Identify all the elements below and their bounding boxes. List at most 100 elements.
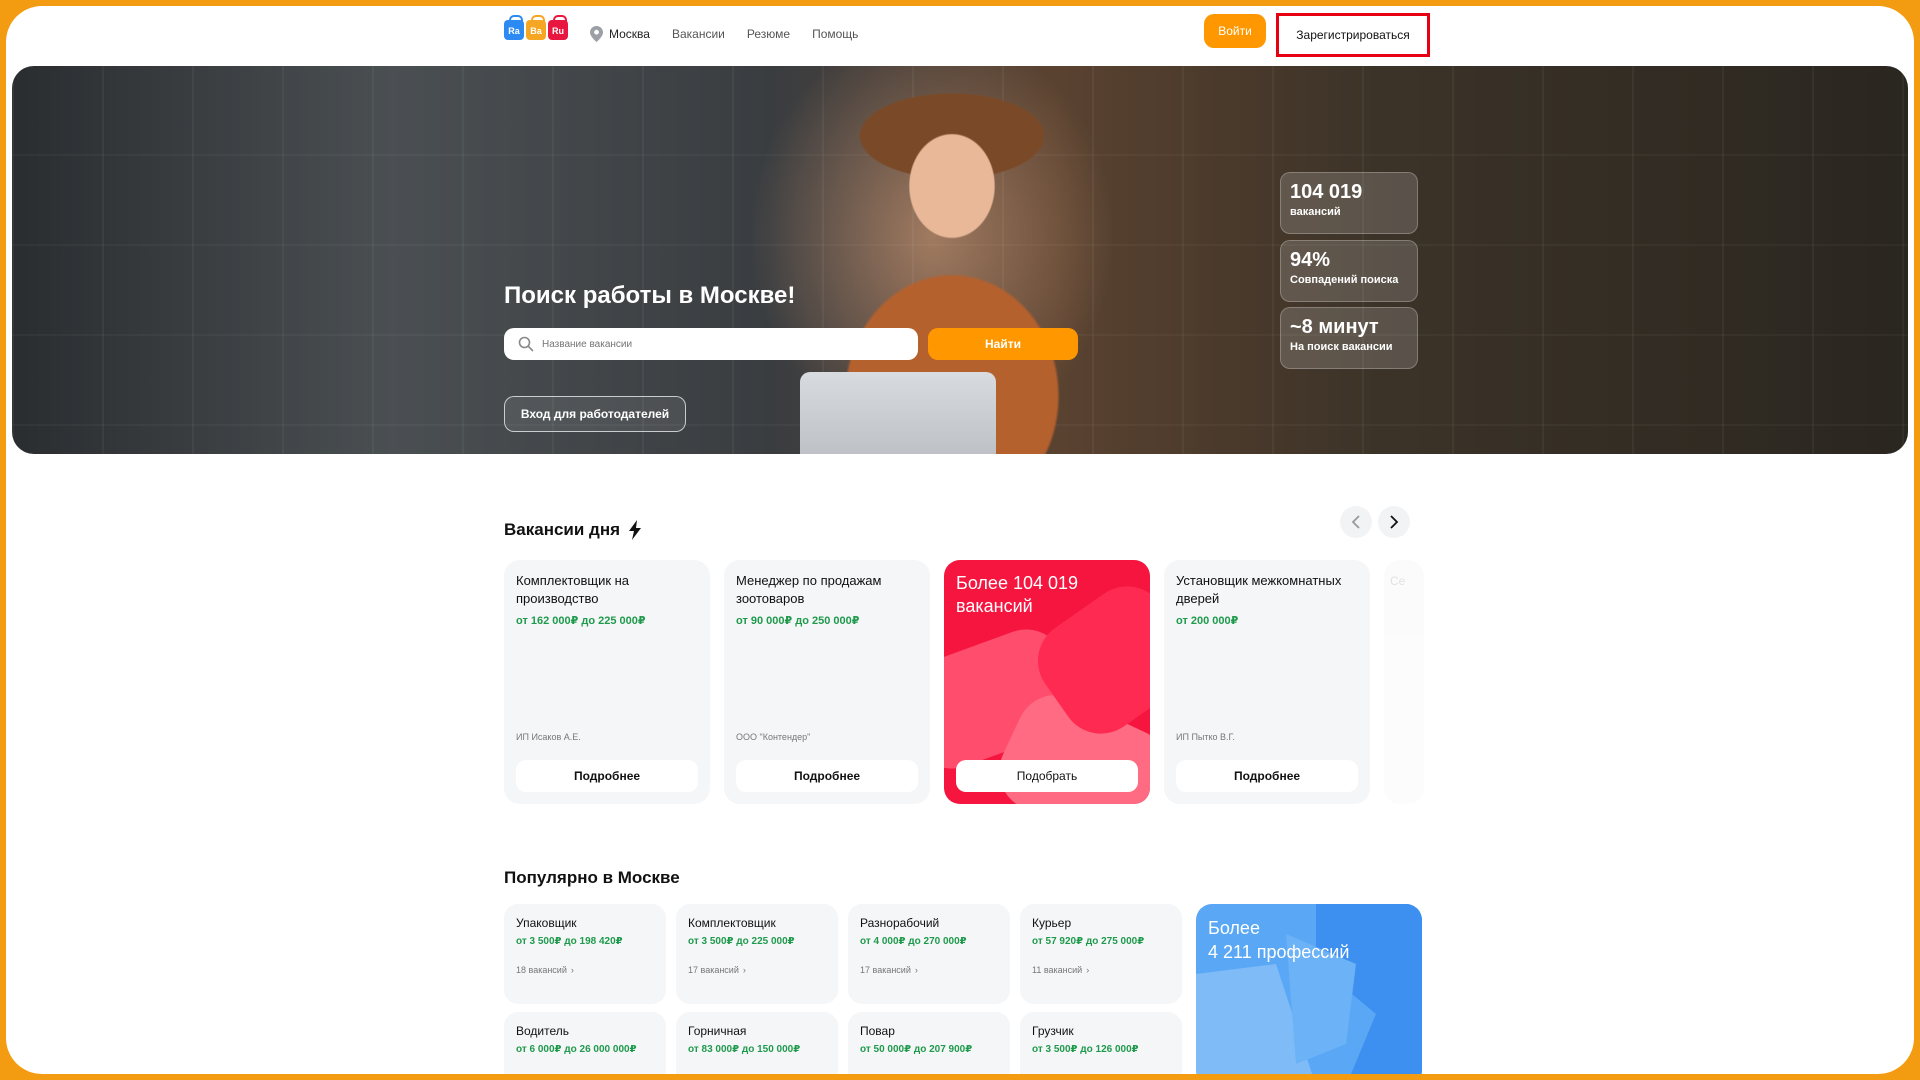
stat-label: Совпадений поиска [1290, 274, 1399, 286]
search-input[interactable] [542, 338, 902, 350]
stat-label: вакансий [1290, 206, 1341, 218]
register-button[interactable]: Зарегистрироваться [1276, 13, 1430, 57]
profession-name: Разнорабочий [860, 916, 940, 930]
vacancy-count: 17 вакансий [688, 965, 739, 975]
login-button[interactable]: Войти [1204, 14, 1266, 48]
profession-salary: от 57 920₽ до 275 000₽ [1032, 936, 1145, 947]
carousel-prev-button[interactable] [1340, 506, 1372, 538]
details-button[interactable]: Подробнее [736, 760, 918, 792]
profession-card[interactable]: Разнорабочий от 4 000₽ до 270 000₽ 17 ва… [848, 904, 1010, 1004]
pick-button[interactable]: Подобрать [956, 760, 1138, 792]
profession-salary: от 6 000₽ до 26 000 000₽ [516, 1044, 637, 1055]
promo-line-1: Более [1208, 918, 1260, 938]
profession-salary: от 4 000₽ до 270 000₽ [860, 936, 967, 947]
lightning-icon [629, 520, 642, 540]
profession-name: Упаковщик [516, 916, 577, 930]
stat-label: На поиск вакансии [1290, 341, 1393, 353]
search-icon [518, 336, 534, 352]
nav-help[interactable]: Помощь [812, 27, 858, 41]
profession-salary: от 3 500₽ до 225 000₽ [688, 936, 795, 947]
site-logo[interactable]: Ra Ba Ru [504, 15, 568, 40]
profession-name: Курьер [1032, 916, 1072, 930]
stat-match: 94% Совпадений поиска [1280, 240, 1418, 302]
logo-letter-2: Ba [530, 26, 542, 36]
page-frame: Ra Ba Ru Москва Вакансии Резюме Помощь В… [6, 6, 1914, 1074]
chevron-right-icon: › [1086, 965, 1090, 975]
vacancy-count: 18 вакансий [516, 965, 567, 975]
hero-photo-laptop [800, 372, 996, 454]
profession-salary: от 3 500₽ до 198 420₽ [516, 936, 623, 947]
vacancy-count-link[interactable]: 17 вакансий › [688, 965, 826, 975]
stat-number: ~8 минут [1290, 316, 1379, 338]
city-selector[interactable]: Москва [590, 26, 650, 42]
profession-name: Грузчик [1032, 1024, 1074, 1038]
profession-name: Горничная [688, 1024, 747, 1038]
promo-line-2: 4 211 профессий [1208, 942, 1350, 962]
vacancy-title: Комплектовщик на производство [516, 573, 630, 606]
search-box[interactable] [504, 328, 918, 360]
vacancy-count-link[interactable]: 18 вакансий › [516, 965, 654, 975]
vacancy-title-partial: Се [1390, 574, 1406, 588]
stat-vacancies: 104 019 вакансий [1280, 172, 1418, 234]
logo-bag-blue: Ra [504, 15, 524, 40]
profession-name: Повар [860, 1024, 895, 1038]
profession-card[interactable]: Повар от 50 000₽ до 207 900₽ [848, 1012, 1010, 1074]
popular-heading: Популярно в Москве [504, 868, 680, 888]
vacancy-company: ИП Пытко В.Г. [1176, 732, 1235, 742]
vacancy-salary: от 200 000₽ [1176, 615, 1239, 627]
vacancy-title: Установщик межкомнатных дверей [1176, 573, 1342, 606]
vacancy-count-link[interactable]: 11 вакансий › [1032, 965, 1170, 975]
profession-name: Водитель [516, 1024, 570, 1038]
details-button[interactable]: Подробнее [1176, 760, 1358, 792]
hero-banner [12, 66, 1908, 454]
logo-letter-3: Ru [552, 26, 564, 36]
top-header: Ra Ba Ru Москва Вакансии Резюме Помощь В… [6, 6, 1914, 64]
profession-name: Комплектовщик [688, 916, 776, 930]
chevron-right-icon: › [914, 965, 918, 975]
stat-number: 104 019 [1290, 181, 1363, 203]
profession-card[interactable]: Упаковщик от 3 500₽ до 198 420₽ 18 вакан… [504, 904, 666, 1004]
logo-bag-yellow: Ba [526, 15, 546, 40]
vacancy-card[interactable]: Менеджер по продажам зоотоваров от 90 00… [724, 560, 930, 804]
promo-title: Более 104 019 вакансий [956, 573, 1079, 616]
stat-number: 94% [1290, 249, 1331, 271]
nav-vacancies[interactable]: Вакансии [672, 27, 725, 41]
vacancies-promo-card[interactable]: Более 104 019 вакансий Подобрать [944, 560, 1150, 804]
chevron-left-icon [1351, 515, 1360, 529]
vacancy-salary: от 90 000₽ до 250 000₽ [736, 615, 860, 627]
vacancy-company: ИП Исаков А.Е. [516, 732, 581, 742]
profession-card[interactable]: Горничная от 83 000₽ до 150 000₽ [676, 1012, 838, 1074]
vacancy-title: Менеджер по продажам зоотоваров [736, 573, 882, 606]
vacancy-card[interactable]: Комплектовщик на производство от 162 000… [504, 560, 710, 804]
profession-card[interactable]: Грузчик от 3 500₽ до 126 000₽ [1020, 1012, 1182, 1074]
city-label: Москва [609, 27, 650, 41]
main-nav: Москва Вакансии Резюме Помощь [590, 26, 880, 42]
carousel-next-button[interactable] [1378, 506, 1410, 538]
chevron-right-icon: › [742, 965, 746, 975]
vacancy-company: ООО "Контендер" [736, 732, 811, 742]
stat-time: ~8 минут На поиск вакансии [1280, 307, 1418, 369]
profession-salary: от 50 000₽ до 207 900₽ [860, 1044, 973, 1055]
location-pin-icon [590, 26, 603, 42]
find-button[interactable]: Найти [928, 328, 1078, 360]
chevron-right-icon: › [570, 965, 574, 975]
logo-letter-1: Ra [508, 26, 520, 36]
profession-card[interactable]: Комплектовщик от 3 500₽ до 225 000₽ 17 в… [676, 904, 838, 1004]
chevron-right-icon [1390, 515, 1399, 529]
logo-bag-red: Ru [548, 15, 568, 40]
profession-card[interactable]: Курьер от 57 920₽ до 275 000₽ 11 ваканси… [1020, 904, 1182, 1004]
popular-title: Популярно в Москве [504, 868, 680, 887]
professions-promo-card[interactable]: Более 4 211 профессий [1196, 904, 1422, 1074]
vacancy-card[interactable]: Установщик межкомнатных дверей от 200 00… [1164, 560, 1370, 804]
vacancy-card-partial[interactable]: Се [1384, 560, 1424, 804]
details-button[interactable]: Подробнее [516, 760, 698, 792]
profession-card[interactable]: Водитель от 6 000₽ до 26 000 000₽ [504, 1012, 666, 1074]
nav-resumes[interactable]: Резюме [747, 27, 790, 41]
vacancy-count: 17 вакансий [860, 965, 911, 975]
profession-salary: от 3 500₽ до 126 000₽ [1032, 1044, 1139, 1055]
hero-title: Поиск работы в Москве! [504, 282, 796, 309]
vacancy-salary: от 162 000₽ до 225 000₽ [516, 615, 646, 627]
vacancy-count-link[interactable]: 17 вакансий › [860, 965, 998, 975]
employer-login-button[interactable]: Вход для работодателей [504, 396, 686, 432]
vacancies-day-title: Вакансии дня [504, 520, 621, 539]
